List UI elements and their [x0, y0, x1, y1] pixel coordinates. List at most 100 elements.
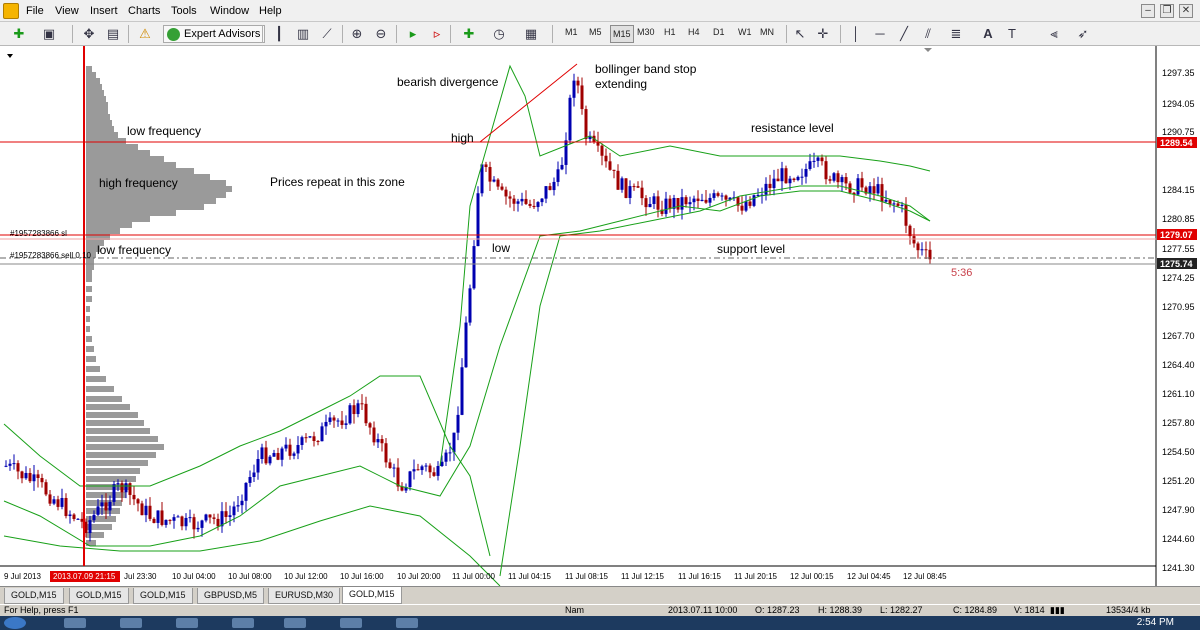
- chart-tab-eurusd-m30[interactable]: EURUSD,M30: [268, 588, 341, 604]
- arrows-icon[interactable]: ➶: [1072, 25, 1094, 43]
- menu-insert[interactable]: Insert: [90, 5, 118, 17]
- chart-tab-gold-m15-3[interactable]: GOLD,M15: [133, 588, 193, 604]
- text-icon[interactable]: A: [980, 25, 996, 43]
- taskbar-app-icon[interactable]: [232, 618, 254, 628]
- volume-profile-bar: [86, 444, 164, 450]
- candle-body: [68, 514, 72, 517]
- candle-body: [136, 499, 140, 504]
- candle-body: [812, 160, 816, 162]
- periods-icon[interactable]: ◷: [488, 25, 510, 43]
- candle-body: [172, 517, 176, 521]
- timeframe-m30[interactable]: M30: [637, 27, 655, 37]
- crosshair-tool-icon[interactable]: ✛: [815, 25, 831, 43]
- candle-body: [608, 161, 612, 170]
- navigator-icon[interactable]: ▤: [104, 25, 122, 43]
- app-icon: [3, 3, 19, 19]
- channel-icon[interactable]: ⫽: [920, 25, 936, 43]
- chart-window[interactable]: 1297.35 1294.05 1290.75 1284.15 1280.85 …: [0, 46, 1200, 587]
- templates-icon[interactable]: ▦: [520, 25, 542, 43]
- candle-body: [184, 517, 188, 527]
- expert-advisors-button[interactable]: Expert Advisors: [163, 25, 266, 43]
- menu-file[interactable]: File: [26, 5, 44, 17]
- taskbar-app-icon[interactable]: [396, 618, 418, 628]
- candle-body: [352, 405, 356, 415]
- candle-body: [364, 403, 368, 424]
- candle-body: [896, 203, 900, 206]
- candle-body: [792, 178, 796, 181]
- line-chart-icon[interactable]: ⟋: [318, 25, 336, 43]
- gann-icon[interactable]: ⫷: [1046, 25, 1062, 43]
- candle-body: [688, 202, 692, 205]
- taskbar-app-icon[interactable]: [284, 618, 306, 628]
- taskbar-clock: 2:54 PM: [1136, 617, 1174, 628]
- timeframe-m1[interactable]: M1: [565, 27, 578, 37]
- chart-tab-gbpusd-m5[interactable]: GBPUSD,M5: [197, 588, 265, 604]
- timeframe-d1[interactable]: D1: [713, 27, 725, 37]
- cursor-icon[interactable]: ↖: [792, 25, 808, 43]
- candle-body: [280, 448, 284, 460]
- menu-view[interactable]: View: [55, 5, 79, 17]
- price-label: 1254.50: [1162, 447, 1195, 457]
- time-label: 11 Jul 08:15: [565, 572, 609, 581]
- taskbar-app-icon[interactable]: [120, 618, 142, 628]
- chart-tab-gold-m15-2[interactable]: GOLD,M15: [69, 588, 129, 604]
- timeframe-m15[interactable]: M15: [610, 25, 634, 43]
- candle-body: [100, 502, 104, 507]
- indicators-icon[interactable]: ✚: [458, 25, 480, 43]
- candle-body: [272, 452, 276, 457]
- chart-tab-gold-m15-1[interactable]: GOLD,M15: [4, 588, 64, 604]
- zoom-in-icon[interactable]: ⊕: [348, 25, 366, 43]
- timeframe-h4[interactable]: H4: [688, 27, 700, 37]
- time-label: Jul 23:30: [124, 572, 157, 581]
- bar-chart-icon[interactable]: ┃: [270, 25, 288, 43]
- candle-body: [232, 506, 236, 516]
- timeframe-mn[interactable]: MN: [760, 27, 774, 37]
- horizontal-line-icon[interactable]: ─: [872, 25, 888, 43]
- timeframe-h1[interactable]: H1: [664, 27, 676, 37]
- close-icon[interactable]: ✕: [1179, 4, 1193, 18]
- menu-tools[interactable]: Tools: [171, 5, 197, 17]
- zoom-out-icon[interactable]: ⊖: [372, 25, 390, 43]
- restore-icon[interactable]: ❐: [1160, 4, 1174, 18]
- auto-scroll-icon[interactable]: ▸: [404, 25, 422, 43]
- toolbar: ✚ ▣ ✥ ▤ ⚠ Expert Advisors ┃ ▥ ⟋ ⊕ ⊖ ▸ ▹ …: [0, 22, 1200, 46]
- taskbar-app-icon[interactable]: [176, 618, 198, 628]
- menu-charts[interactable]: Charts: [128, 5, 160, 17]
- candle-body: [720, 195, 724, 197]
- candle-body: [472, 246, 476, 289]
- chart-tab-gold-m15-active[interactable]: GOLD,M15: [342, 587, 402, 604]
- label-icon[interactable]: T: [1004, 25, 1020, 43]
- taskbar-app-icon[interactable]: [340, 618, 362, 628]
- candle-body: [476, 193, 480, 247]
- candle-body: [4, 465, 8, 467]
- menu-help[interactable]: Help: [259, 5, 282, 17]
- order-sell-label: #1957283866 sell 0.10: [10, 251, 92, 260]
- candle-body: [844, 177, 848, 184]
- status-low: L: 1282.27: [880, 605, 923, 615]
- alert-icon[interactable]: ⚠: [136, 25, 154, 43]
- time-label: 10 Jul 08:00: [228, 572, 272, 581]
- candle-body: [276, 452, 280, 460]
- candle-body: [632, 186, 636, 188]
- candle-body: [268, 456, 272, 464]
- menu-window[interactable]: Window: [210, 5, 249, 17]
- candle-body: [464, 322, 468, 368]
- candle-body: [508, 196, 512, 199]
- trendline-icon[interactable]: ╱: [896, 25, 912, 43]
- chart-shift-icon[interactable]: ▹: [428, 25, 446, 43]
- candle-body: [164, 519, 168, 525]
- price-chart[interactable]: 1297.35 1294.05 1290.75 1284.15 1280.85 …: [0, 46, 1200, 587]
- price-badge-resistance-text: 1289.54: [1160, 138, 1193, 148]
- candlestick-icon[interactable]: ▥: [294, 25, 312, 43]
- profiles-icon[interactable]: ▣: [38, 25, 60, 43]
- start-button[interactable]: [4, 617, 26, 629]
- candle-body: [252, 472, 256, 477]
- fibonacci-icon[interactable]: ≣: [948, 25, 964, 43]
- vertical-line-icon[interactable]: │: [848, 25, 864, 43]
- crosshair-icon[interactable]: ✥: [80, 25, 98, 43]
- new-order-icon[interactable]: ✚: [8, 25, 30, 43]
- minimize-icon[interactable]: –: [1141, 4, 1155, 18]
- timeframe-m5[interactable]: M5: [589, 27, 602, 37]
- timeframe-w1[interactable]: W1: [738, 27, 752, 37]
- taskbar-app-icon[interactable]: [64, 618, 86, 628]
